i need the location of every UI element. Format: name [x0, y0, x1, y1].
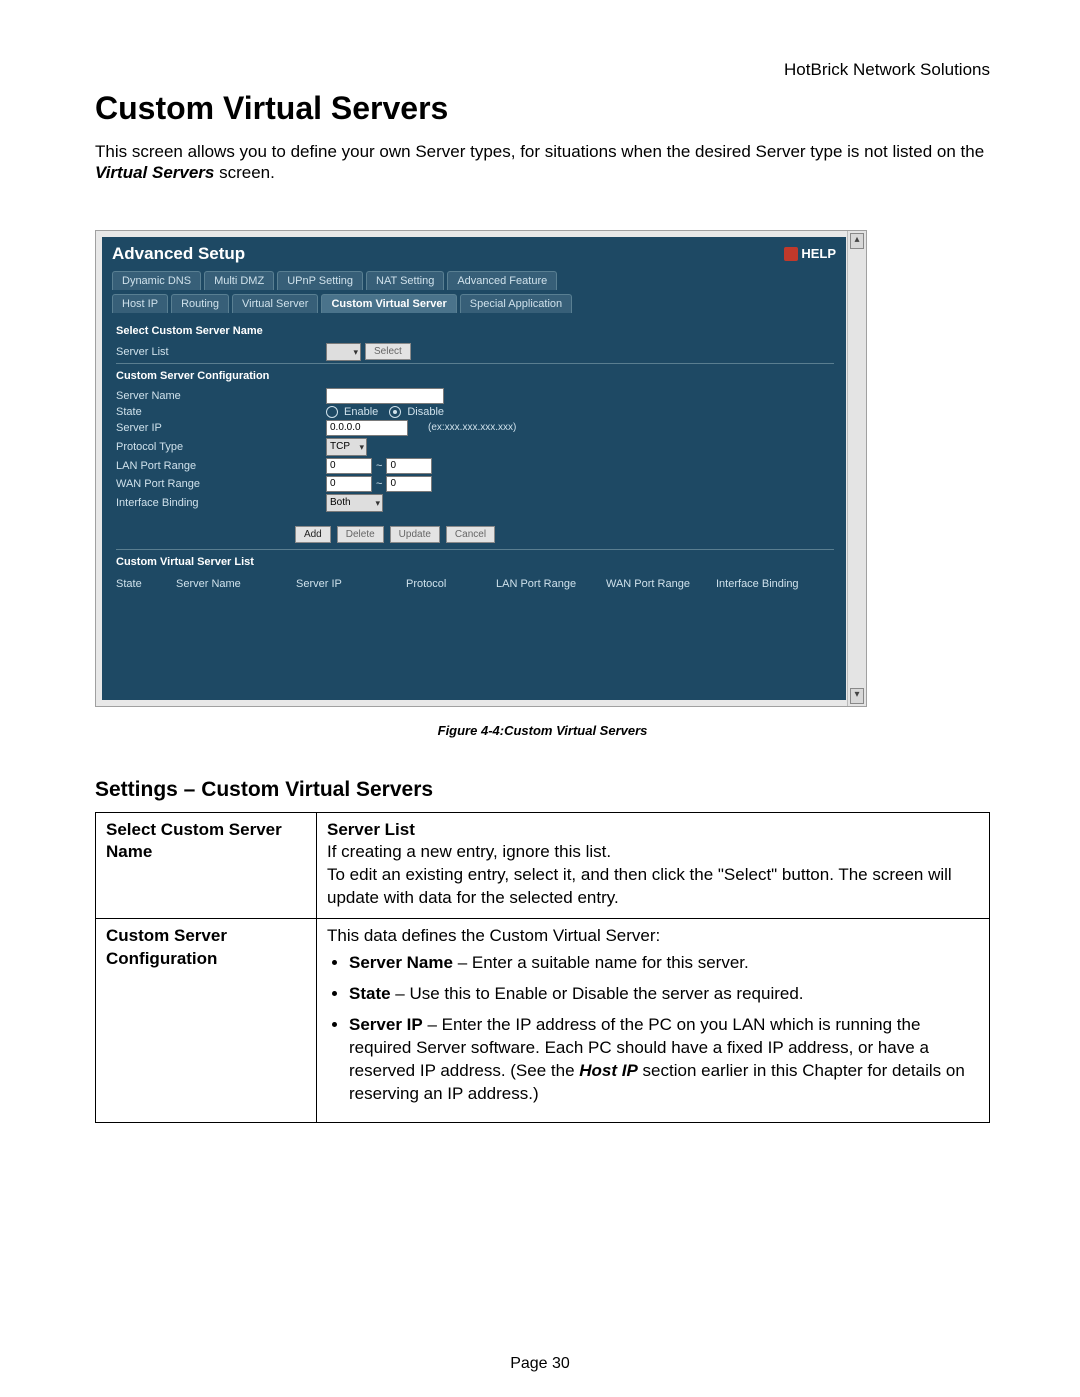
admin-panel: Advanced Setup HELP Dynamic DNS Multi DM…	[102, 237, 846, 700]
tab-host-ip[interactable]: Host IP	[112, 294, 168, 313]
select-protocol[interactable]: TCP	[326, 438, 367, 456]
cell-server-list-l1: If creating a new entry, ignore this lis…	[327, 842, 611, 861]
select-interface-binding[interactable]: Both	[326, 494, 383, 512]
cancel-button[interactable]: Cancel	[446, 526, 495, 543]
header-company: HotBrick Network Solutions	[95, 60, 990, 80]
bullet-server-ip: Server IP – Enter the IP address of the …	[349, 1014, 979, 1106]
col-proto: Protocol	[406, 578, 496, 590]
section-config: Custom Server Configuration	[116, 363, 834, 386]
label-disable: Disable	[407, 406, 444, 418]
cell-config-right: This data defines the Custom Virtual Ser…	[317, 919, 990, 1123]
bullet-server-name-b: Server Name	[349, 953, 453, 972]
intro-bold: Virtual Servers	[95, 163, 214, 182]
bullet-server-name-t: – Enter a suitable name for this server.	[453, 953, 749, 972]
add-button[interactable]: Add	[295, 526, 331, 543]
tab-multi-dmz[interactable]: Multi DMZ	[204, 271, 274, 290]
page-number: Page 30	[0, 1355, 1080, 1373]
screenshot-frame: ▴ ▾ Advanced Setup HELP Dynamic DNS Mult…	[95, 230, 867, 707]
label-server-name: Server Name	[116, 390, 326, 402]
label-state: State	[116, 406, 326, 418]
hint-ip-format: (ex:xxx.xxx.xxx.xxx)	[428, 422, 516, 433]
page-title: Custom Virtual Servers	[95, 90, 990, 127]
tab-upnp-setting[interactable]: UPnP Setting	[277, 271, 363, 290]
bullet-server-ip-b: Server IP	[349, 1015, 423, 1034]
help-label: HELP	[801, 246, 836, 261]
bullet-server-name: Server Name – Enter a suitable name for …	[349, 952, 979, 975]
tab-row-1: Dynamic DNS Multi DMZ UPnP Setting NAT S…	[102, 269, 846, 290]
intro-part2: screen.	[214, 163, 274, 182]
scroll-up-icon[interactable]: ▴	[850, 233, 864, 249]
intro-part1: This screen allows you to define your ow…	[95, 142, 984, 161]
bullet-state: State – Use this to Enable or Disable th…	[349, 983, 979, 1006]
bullet-state-t: – Use this to Enable or Disable the serv…	[391, 984, 804, 1003]
cell-server-list-head: Server List	[327, 820, 415, 839]
tilde-lan: ~	[376, 460, 382, 472]
tab-dynamic-dns[interactable]: Dynamic DNS	[112, 271, 201, 290]
input-wan-port-from[interactable]: 0	[326, 476, 372, 492]
col-lan: LAN Port Range	[496, 578, 606, 590]
tab-advanced-feature[interactable]: Advanced Feature	[447, 271, 557, 290]
input-server-ip[interactable]: 0.0.0.0	[326, 420, 408, 436]
cell-server-list: Server List If creating a new entry, ign…	[317, 812, 990, 919]
intro-text: This screen allows you to define your ow…	[95, 141, 990, 184]
section-list: Custom Virtual Server List	[116, 549, 834, 572]
bullet-server-ip-bi: Host IP	[579, 1061, 638, 1080]
help-button[interactable]: HELP	[784, 246, 836, 261]
tab-custom-virtual-server[interactable]: Custom Virtual Server	[321, 294, 456, 313]
label-server-list: Server List	[116, 346, 326, 358]
tab-routing[interactable]: Routing	[171, 294, 229, 313]
panel-title: Advanced Setup	[112, 244, 245, 264]
radio-enable[interactable]	[326, 406, 338, 418]
tab-virtual-server[interactable]: Virtual Server	[232, 294, 318, 313]
help-icon	[784, 247, 798, 261]
input-server-name[interactable]	[326, 388, 444, 404]
label-server-ip: Server IP	[116, 422, 326, 434]
scroll-down-icon[interactable]: ▾	[850, 688, 864, 704]
input-wan-port-to[interactable]: 0	[386, 476, 432, 492]
col-name: Server Name	[176, 578, 296, 590]
figure-caption: Figure 4-4:Custom Virtual Servers	[95, 723, 990, 738]
cell-select-name: Select Custom Server Name	[96, 812, 317, 919]
server-list-select[interactable]	[326, 343, 361, 361]
tab-row-2: Host IP Routing Virtual Server Custom Vi…	[102, 292, 846, 313]
bullet-state-b: State	[349, 984, 391, 1003]
col-state: State	[116, 578, 176, 590]
label-interface-binding: Interface Binding	[116, 497, 326, 509]
scrollbar[interactable]: ▴ ▾	[847, 231, 866, 706]
tab-special-application[interactable]: Special Application	[460, 294, 572, 313]
label-lan-port: LAN Port Range	[116, 460, 326, 472]
col-iface: Interface Binding	[716, 578, 828, 590]
update-button[interactable]: Update	[390, 526, 440, 543]
delete-button[interactable]: Delete	[337, 526, 384, 543]
tilde-wan: ~	[376, 478, 382, 490]
section-select-name: Select Custom Server Name	[116, 325, 834, 341]
settings-heading: Settings – Custom Virtual Servers	[95, 778, 990, 802]
select-button[interactable]: Select	[365, 343, 411, 360]
cell-config-intro: This data defines the Custom Virtual Ser…	[327, 926, 660, 945]
radio-disable[interactable]	[389, 406, 401, 418]
col-wan: WAN Port Range	[606, 578, 716, 590]
cell-config-left: Custom Server Configuration	[96, 919, 317, 1123]
label-enable: Enable	[344, 406, 378, 418]
tab-nat-setting[interactable]: NAT Setting	[366, 271, 444, 290]
input-lan-port-from[interactable]: 0	[326, 458, 372, 474]
settings-table: Select Custom Server Name Server List If…	[95, 812, 990, 1123]
label-protocol: Protocol Type	[116, 441, 326, 453]
cell-server-list-l2: To edit an existing entry, select it, an…	[327, 865, 952, 907]
col-ip: Server IP	[296, 578, 406, 590]
input-lan-port-to[interactable]: 0	[386, 458, 432, 474]
label-wan-port: WAN Port Range	[116, 478, 326, 490]
